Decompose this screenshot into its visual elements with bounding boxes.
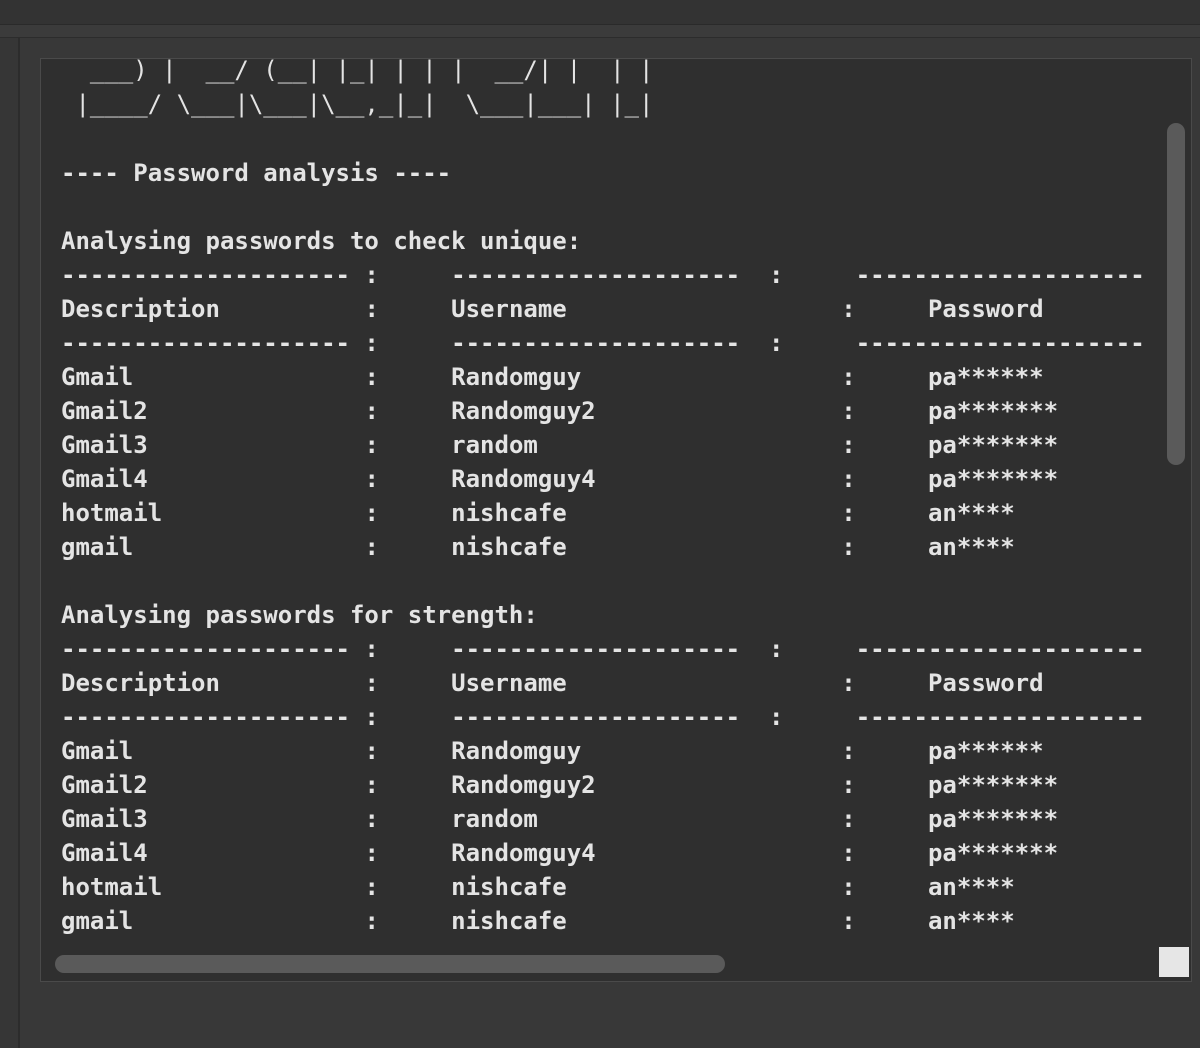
cell-password: pa****** bbox=[927, 737, 1044, 765]
cell-description: gmail bbox=[61, 907, 134, 935]
cell-password: pa****** bbox=[927, 363, 1044, 391]
cell-description: Gmail bbox=[61, 363, 134, 391]
table-row: Gmail : Randomguy : pa****** bbox=[61, 737, 1044, 765]
table-row: Gmail : Randomguy : pa****** bbox=[61, 363, 1044, 391]
cell-username: Randomguy4 bbox=[451, 839, 596, 867]
cell-description: Description bbox=[61, 669, 220, 697]
cell-username: Randomguy2 bbox=[451, 397, 596, 425]
table-row: Gmail3 : random : pa******* bbox=[61, 805, 1059, 833]
table-row: Gmail4 : Randomguy4 : pa******* bbox=[61, 465, 1059, 493]
cell-password: pa******* bbox=[927, 465, 1059, 493]
cell-password: an**** bbox=[927, 907, 1015, 935]
cell-password: Password bbox=[927, 295, 1044, 323]
terminal-output-panel[interactable]: ___) | __/ (__| |_| | | | __/| | | | |__… bbox=[40, 58, 1192, 982]
cell-description: Gmail2 bbox=[61, 397, 148, 425]
cell-username: nishcafe bbox=[451, 499, 567, 527]
window-top-strip bbox=[0, 25, 1200, 38]
cell-description: hotmail bbox=[61, 499, 163, 527]
ascii-art-banner: ___) | __/ (__| |_| | | | __/| | | | |__… bbox=[61, 59, 653, 121]
cell-description: Gmail4 bbox=[61, 465, 148, 493]
cell-description: Gmail2 bbox=[61, 771, 148, 799]
cell-password: pa******* bbox=[927, 397, 1059, 425]
table-row: Gmail3 : random : pa******* bbox=[61, 431, 1059, 459]
cell-description: Gmail bbox=[61, 737, 134, 765]
ascii-art-line-1: ___) | __/ (__| |_| | | | __/| | | | bbox=[61, 59, 654, 84]
strength-section-title: Analysing passwords for strength: bbox=[61, 601, 538, 629]
cell-username: nishcafe bbox=[451, 873, 567, 901]
table-separator: -------------------- : -----------------… bbox=[61, 635, 1145, 663]
cell-username: nishcafe bbox=[451, 533, 567, 561]
horizontal-scrollbar-thumb[interactable] bbox=[55, 955, 725, 973]
ascii-art-line-2: |____/ \___|\___|\__,_|_| \___|___| |_| bbox=[61, 90, 654, 118]
left-gutter bbox=[0, 38, 20, 1048]
cell-username: Randomguy4 bbox=[451, 465, 596, 493]
table-header: Description : Username : Password bbox=[61, 669, 1044, 697]
table-row: Gmail4 : Randomguy4 : pa******* bbox=[61, 839, 1059, 867]
table-separator: -------------------- : -----------------… bbox=[61, 261, 1145, 289]
cell-username: nishcafe bbox=[451, 907, 567, 935]
cell-password: an**** bbox=[927, 873, 1015, 901]
cell-username: Randomguy bbox=[451, 363, 582, 391]
table-row: Gmail2 : Randomguy2 : pa******* bbox=[61, 771, 1059, 799]
cell-password: an**** bbox=[927, 499, 1015, 527]
table-row: gmail : nishcafe : an**** bbox=[61, 907, 1015, 935]
table-row: gmail : nishcafe : an**** bbox=[61, 533, 1015, 561]
cell-description: gmail bbox=[61, 533, 134, 561]
table-row: Gmail2 : Randomguy2 : pa******* bbox=[61, 397, 1059, 425]
cell-username: random bbox=[451, 805, 538, 833]
cell-username: Username bbox=[451, 295, 567, 323]
window-top-bar bbox=[0, 0, 1200, 25]
vertical-scrollbar-thumb[interactable] bbox=[1167, 123, 1185, 465]
cell-password: Password bbox=[927, 669, 1044, 697]
cell-username: Randomguy bbox=[451, 737, 582, 765]
cell-description: hotmail bbox=[61, 873, 163, 901]
table-separator: -------------------- : -----------------… bbox=[61, 703, 1145, 731]
cell-description: Description bbox=[61, 295, 220, 323]
terminal-text: ---- Password analysis ---- Analysing pa… bbox=[61, 156, 1145, 938]
cell-description: Gmail3 bbox=[61, 805, 148, 833]
cell-password: pa******* bbox=[927, 839, 1059, 867]
cell-description: Gmail4 bbox=[61, 839, 148, 867]
table-row: hotmail : nishcafe : an**** bbox=[61, 499, 1015, 527]
cell-description: Gmail3 bbox=[61, 431, 148, 459]
cell-password: an**** bbox=[927, 533, 1015, 561]
table-separator: -------------------- : -----------------… bbox=[61, 329, 1145, 357]
analysis-heading: ---- Password analysis ---- bbox=[61, 159, 452, 187]
cell-password: pa******* bbox=[927, 805, 1059, 833]
terminal-content: ___) | __/ (__| |_| | | | __/| | | | |__… bbox=[41, 59, 1159, 981]
table-row: hotmail : nishcafe : an**** bbox=[61, 873, 1015, 901]
cell-password: pa******* bbox=[927, 431, 1059, 459]
cell-username: random bbox=[451, 431, 538, 459]
scrollbar-corner bbox=[1159, 947, 1189, 977]
table-header: Description : Username : Password bbox=[61, 295, 1044, 323]
cell-username: Randomguy2 bbox=[451, 771, 596, 799]
unique-section-title: Analysing passwords to check unique: bbox=[61, 227, 582, 255]
cell-password: pa******* bbox=[927, 771, 1059, 799]
cell-username: Username bbox=[451, 669, 567, 697]
